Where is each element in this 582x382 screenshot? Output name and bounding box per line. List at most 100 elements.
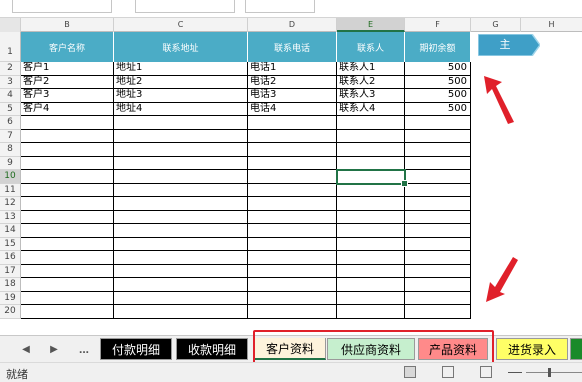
row-header-8[interactable]: 8 — [0, 143, 21, 157]
data-grid[interactable]: 客户名称 联系地址 联系电话 联系人 期初余额 客户1 地址1 电话1 联系人1 500 客户2 地址… — [21, 32, 471, 332]
empty-cell[interactable] — [114, 237, 248, 251]
row-header-9[interactable]: 9 — [0, 156, 21, 170]
empty-cell[interactable] — [248, 170, 337, 184]
row-header-17[interactable]: 17 — [0, 264, 21, 278]
zoom-slider[interactable] — [526, 372, 582, 373]
row-header-19[interactable]: 19 — [0, 291, 21, 305]
empty-cell[interactable] — [21, 170, 114, 184]
cell-contact[interactable]: 联系人1 — [337, 62, 405, 76]
row-header-11[interactable]: 11 — [0, 183, 21, 197]
select-all-corner[interactable] — [0, 18, 21, 32]
empty-cell[interactable] — [405, 170, 471, 184]
empty-cell[interactable] — [405, 278, 471, 292]
empty-cell[interactable] — [337, 305, 405, 319]
cell-opening-balance[interactable]: 500 — [405, 62, 471, 76]
empty-cell[interactable] — [337, 224, 405, 238]
empty-cell[interactable] — [114, 224, 248, 238]
empty-cell[interactable] — [114, 183, 248, 197]
empty-cell[interactable] — [114, 129, 248, 143]
row-header-5[interactable]: 5 — [0, 102, 21, 116]
zoom-out-icon[interactable] — [508, 372, 522, 373]
empty-cell[interactable] — [114, 278, 248, 292]
column-header-c[interactable]: C — [114, 18, 248, 32]
column-header-g[interactable]: G — [471, 18, 521, 32]
tab-supplier-info[interactable]: 供应商资料 — [327, 338, 415, 360]
column-header-d[interactable]: D — [248, 18, 337, 32]
cell-customer-name[interactable]: 客户3 — [21, 89, 114, 103]
empty-cell[interactable] — [114, 210, 248, 224]
row-header-12[interactable]: 12 — [0, 197, 21, 211]
empty-cell[interactable] — [248, 237, 337, 251]
row-header-4[interactable]: 4 — [0, 89, 21, 103]
cell-address[interactable]: 地址2 — [114, 75, 248, 89]
tab-customer-info[interactable]: 客户资料 — [254, 338, 326, 360]
empty-cell[interactable] — [337, 264, 405, 278]
header-contact[interactable]: 联系人 — [337, 32, 405, 62]
row-header-2[interactable]: 2 — [0, 62, 21, 76]
column-header-e[interactable]: E — [337, 18, 405, 32]
cell-phone[interactable]: 电话1 — [248, 62, 337, 76]
cell-address[interactable]: 地址4 — [114, 102, 248, 116]
cell-contact[interactable]: 联系人2 — [337, 75, 405, 89]
formula-input-extra[interactable] — [245, 0, 315, 13]
empty-cell[interactable] — [405, 156, 471, 170]
normal-view-icon[interactable] — [404, 366, 416, 378]
column-header-h[interactable]: H — [521, 18, 582, 32]
empty-cell[interactable] — [248, 305, 337, 319]
row-header-15[interactable]: 15 — [0, 237, 21, 251]
cell-opening-balance[interactable]: 500 — [405, 102, 471, 116]
row-header-20[interactable]: 20 — [0, 305, 21, 319]
empty-cell[interactable] — [21, 237, 114, 251]
tab-receipt-details[interactable]: 收款明细 — [176, 338, 248, 360]
cell-contact[interactable]: 联系人4 — [337, 102, 405, 116]
empty-cell[interactable] — [405, 183, 471, 197]
row-header-1[interactable]: 1 — [0, 32, 21, 62]
empty-cell[interactable] — [248, 197, 337, 211]
cell-phone[interactable]: 电话4 — [248, 102, 337, 116]
tab-purchase-entry[interactable]: 进货录入 — [496, 338, 568, 360]
page-layout-icon[interactable] — [442, 366, 454, 378]
empty-cell[interactable] — [337, 237, 405, 251]
row-header-13[interactable]: 13 — [0, 210, 21, 224]
empty-cell[interactable] — [405, 116, 471, 130]
cell-address[interactable]: 地址3 — [114, 89, 248, 103]
zoom-slider-thumb[interactable] — [548, 368, 551, 377]
empty-cell[interactable] — [405, 143, 471, 157]
empty-cell[interactable] — [21, 143, 114, 157]
empty-cell[interactable] — [337, 251, 405, 265]
empty-cell[interactable] — [21, 291, 114, 305]
tab-payment-details[interactable]: 付款明细 — [100, 338, 172, 360]
row-header-10[interactable]: 10 — [0, 170, 21, 184]
cell-customer-name[interactable]: 客户4 — [21, 102, 114, 116]
empty-cell[interactable] — [21, 305, 114, 319]
more-tabs-button[interactable]: ... — [72, 336, 96, 363]
empty-cell[interactable] — [114, 291, 248, 305]
empty-cell[interactable] — [337, 129, 405, 143]
empty-cell[interactable] — [337, 156, 405, 170]
empty-cell[interactable] — [248, 278, 337, 292]
cell-opening-balance[interactable]: 500 — [405, 89, 471, 103]
empty-cell[interactable] — [114, 251, 248, 265]
empty-cell[interactable] — [21, 278, 114, 292]
header-address[interactable]: 联系地址 — [114, 32, 248, 62]
empty-cell[interactable] — [21, 156, 114, 170]
empty-cell[interactable] — [337, 291, 405, 305]
empty-cell[interactable] — [405, 237, 471, 251]
empty-cell[interactable] — [248, 210, 337, 224]
empty-cell[interactable] — [21, 116, 114, 130]
header-phone[interactable]: 联系电话 — [248, 32, 337, 62]
name-box[interactable] — [12, 0, 112, 13]
empty-cell[interactable] — [405, 291, 471, 305]
empty-cell[interactable] — [337, 143, 405, 157]
empty-cell[interactable] — [248, 116, 337, 130]
tab-next-partial[interactable] — [570, 338, 582, 360]
page-break-view-icon[interactable] — [480, 366, 492, 378]
column-header-f[interactable]: F — [405, 18, 471, 32]
empty-cell[interactable] — [248, 251, 337, 265]
cell-opening-balance[interactable]: 500 — [405, 75, 471, 89]
scroll-left-icon[interactable]: ◀ — [16, 336, 36, 363]
row-header-16[interactable]: 16 — [0, 251, 21, 265]
empty-cell[interactable] — [248, 129, 337, 143]
empty-cell[interactable] — [114, 197, 248, 211]
empty-cell[interactable] — [405, 197, 471, 211]
